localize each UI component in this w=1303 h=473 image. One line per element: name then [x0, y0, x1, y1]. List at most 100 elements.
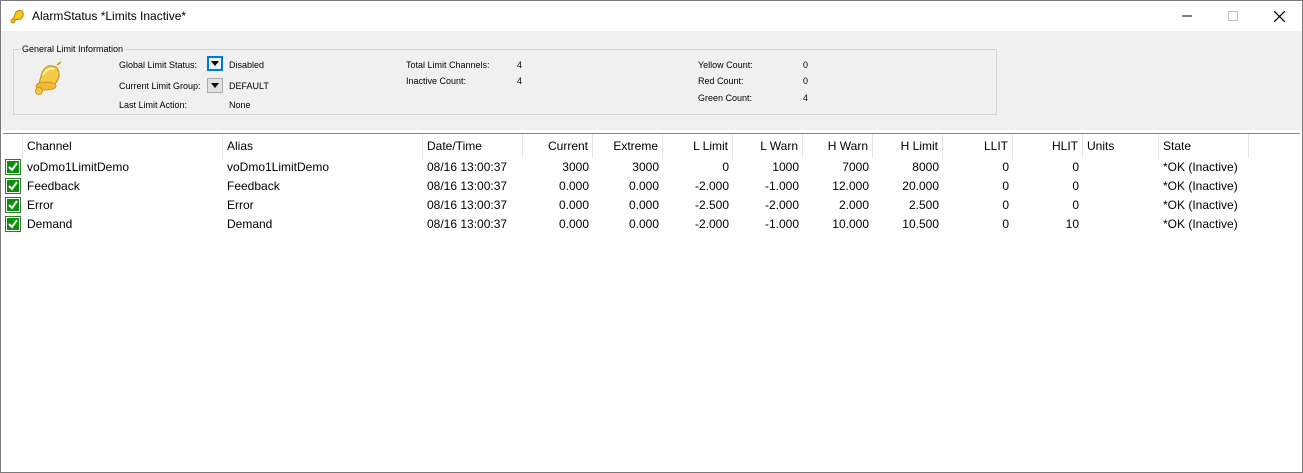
column-header-alias[interactable]: Alias	[223, 134, 423, 158]
cell-current: 3000	[562, 160, 589, 174]
inactive-count-label: Inactive Count:	[406, 76, 467, 86]
cell-alias: voDmo1LimitDemo	[227, 160, 330, 174]
cell-l-warn: -1.000	[764, 179, 799, 193]
column-header-state[interactable]: State	[1159, 134, 1249, 158]
global-limit-status-label: Global Limit Status:	[119, 60, 198, 70]
column-header-units[interactable]: Units	[1083, 134, 1159, 158]
bell-icon	[35, 61, 62, 95]
cell-h-warn: 2.000	[838, 198, 869, 212]
global-limit-status-value: Disabled	[229, 60, 265, 70]
green-check-icon	[5, 197, 21, 213]
alarm-status-window: AlarmStatus *Limits Inactive* General Li…	[0, 0, 1303, 473]
green-count-label: Green Count:	[698, 93, 753, 103]
minimize-icon	[1182, 15, 1192, 17]
current-limit-group-dropdown[interactable]	[207, 78, 223, 93]
cell-datetime: 08/16 13:00:37	[427, 217, 508, 231]
cell-l-limit: 0	[722, 160, 729, 174]
column-header-extreme[interactable]: Extreme	[593, 134, 663, 158]
cell-extreme: 0.000	[628, 217, 659, 231]
cell-channel: Error	[27, 198, 54, 212]
current-limit-group-label: Current Limit Group:	[119, 81, 201, 91]
cell-current: 0.000	[558, 198, 589, 212]
column-header-h-warn[interactable]: H Warn	[803, 134, 873, 158]
cell-datetime: 08/16 13:00:37	[427, 179, 508, 193]
cell-l-warn: -2.000	[764, 198, 799, 212]
window-title: AlarmStatus *Limits Inactive*	[32, 9, 187, 23]
last-limit-action-label: Last Limit Action:	[119, 100, 188, 110]
total-limit-channels-value: 4	[517, 60, 523, 70]
cell-alias: Feedback	[227, 179, 280, 193]
total-limit-channels-label: Total Limit Channels:	[406, 60, 490, 70]
cell-state: *OK (Inactive)	[1163, 198, 1238, 212]
column-header-l-limit[interactable]: L Limit	[663, 134, 733, 158]
cell-llit: 0	[1002, 179, 1009, 193]
cell-h-limit: 20.000	[902, 179, 939, 193]
cell-llit: 0	[1002, 160, 1009, 174]
current-limit-group-value: DEFAULT	[229, 81, 269, 91]
cell-h-limit: 10.500	[902, 217, 939, 231]
close-button[interactable]	[1256, 1, 1302, 31]
cell-current: 0.000	[558, 179, 589, 193]
cell-channel: Feedback	[27, 179, 80, 193]
bell-icon	[10, 9, 24, 24]
chevron-down-icon	[211, 61, 219, 66]
cell-units	[1083, 177, 1159, 196]
cell-h-warn: 12.000	[832, 179, 869, 193]
limit-channel-list[interactable]: Channel Alias Date/Time Current Extreme …	[3, 133, 1300, 471]
column-header-hlit[interactable]: HLIT	[1013, 134, 1083, 158]
maximize-button[interactable]	[1210, 1, 1256, 31]
cell-channel: Demand	[27, 217, 73, 231]
table-row[interactable]: voDmo1LimitDemo voDmo1LimitDemo 08/16 13…	[3, 158, 1300, 177]
global-limit-status-dropdown[interactable]	[207, 56, 223, 71]
table-row[interactable]: Demand Demand 08/16 13:00:37 0.000 0.000…	[3, 215, 1300, 234]
cell-datetime: 08/16 13:00:37	[427, 160, 508, 174]
cell-extreme: 0.000	[628, 198, 659, 212]
cell-l-warn: -1.000	[764, 217, 799, 231]
column-header-datetime[interactable]: Date/Time	[423, 134, 523, 158]
cell-llit: 0	[1002, 198, 1009, 212]
yellow-count-label: Yellow Count:	[698, 60, 753, 70]
table-row[interactable]: Feedback Feedback 08/16 13:00:37 0.000 0…	[3, 177, 1300, 196]
green-check-icon	[5, 216, 21, 232]
column-header-l-warn[interactable]: L Warn	[733, 134, 803, 158]
chevron-down-icon	[211, 83, 219, 88]
cell-l-limit: -2.500	[694, 198, 729, 212]
cell-units	[1083, 215, 1159, 234]
column-header-icon[interactable]	[3, 134, 23, 158]
cell-alias: Error	[227, 198, 254, 212]
cell-h-warn: 10.000	[832, 217, 869, 231]
red-count-label: Red Count:	[698, 76, 744, 86]
cell-l-warn: 1000	[772, 160, 799, 174]
red-count-value: 0	[803, 76, 809, 86]
list-header: Channel Alias Date/Time Current Extreme …	[3, 134, 1300, 158]
cell-hlit: 0	[1072, 179, 1079, 193]
cell-extreme: 0.000	[628, 179, 659, 193]
column-header-h-limit[interactable]: H Limit	[873, 134, 943, 158]
cell-extreme: 3000	[632, 160, 659, 174]
cell-datetime: 08/16 13:00:37	[427, 198, 508, 212]
column-header-channel[interactable]: Channel	[23, 134, 223, 158]
cell-l-limit: -2.000	[694, 179, 729, 193]
maximize-icon	[1228, 11, 1238, 21]
minimize-button[interactable]	[1164, 1, 1210, 31]
column-header-llit[interactable]: LLIT	[943, 134, 1013, 158]
cell-units	[1083, 158, 1159, 177]
cell-l-limit: -2.000	[694, 217, 729, 231]
cell-hlit: 10	[1065, 217, 1079, 231]
cell-state: *OK (Inactive)	[1163, 179, 1238, 193]
groupbox-title: General Limit Information	[21, 44, 125, 54]
column-header-current[interactable]: Current	[523, 134, 593, 158]
cell-hlit: 0	[1072, 198, 1079, 212]
cell-h-warn: 7000	[842, 160, 869, 174]
cell-state: *OK (Inactive)	[1163, 217, 1238, 231]
yellow-count-value: 0	[803, 60, 809, 70]
cell-h-limit: 8000	[912, 160, 939, 174]
inactive-count-value: 4	[517, 76, 523, 86]
title-bar[interactable]: AlarmStatus *Limits Inactive*	[1, 1, 1302, 31]
cell-hlit: 0	[1072, 160, 1079, 174]
green-count-value: 4	[803, 93, 809, 103]
cell-llit: 0	[1002, 217, 1009, 231]
cell-units	[1083, 196, 1159, 215]
table-row[interactable]: Error Error 08/16 13:00:37 0.000 0.000 -…	[3, 196, 1300, 215]
limit-info-panel: General Limit Information Global Limit S…	[1, 31, 1302, 130]
